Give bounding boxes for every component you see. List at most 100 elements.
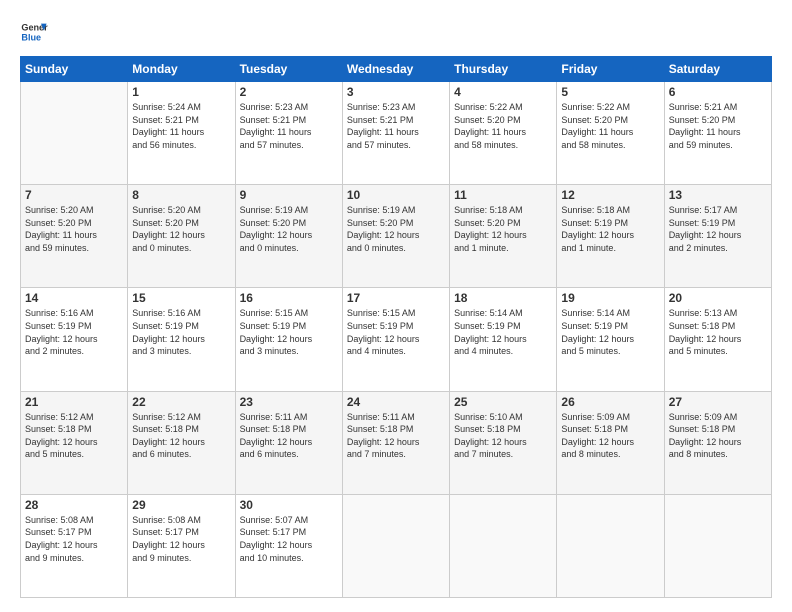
day-info: Sunrise: 5:18 AM Sunset: 5:20 PM Dayligh… (454, 204, 552, 254)
calendar-cell: 11 Sunrise: 5:18 AM Sunset: 5:20 PM Dayli… (450, 185, 557, 288)
calendar-cell: 14 Sunrise: 5:16 AM Sunset: 5:19 PM Dayli… (21, 288, 128, 391)
day-number: 2 (240, 85, 338, 99)
calendar-cell (342, 494, 449, 597)
calendar-cell: 13 Sunrise: 5:17 AM Sunset: 5:19 PM Dayli… (664, 185, 771, 288)
calendar-cell: 10Sunrise: 5:19 AM Sunset: 5:20 PM Dayli… (342, 185, 449, 288)
day-number: 27 (669, 395, 767, 409)
day-info: Sunrise: 5:15 AM Sunset: 5:19 PM Dayligh… (347, 307, 445, 357)
day-number: 7 (25, 188, 123, 202)
day-info: Sunrise: 5:08 AM Sunset: 5:17 PM Dayligh… (25, 514, 123, 564)
day-info: Sunrise: 5:22 AM Sunset: 5:20 PM Dayligh… (561, 101, 659, 151)
day-number: 8 (132, 188, 230, 202)
calendar-cell: 26 Sunrise: 5:09 AM Sunset: 5:18 PM Dayli… (557, 391, 664, 494)
calendar-cell: 15 Sunrise: 5:16 AM Sunset: 5:19 PM Dayli… (128, 288, 235, 391)
day-info: Sunrise: 5:17 AM Sunset: 5:19 PM Dayligh… (669, 204, 767, 254)
day-info: Sunrise: 5:09 AM Sunset: 5:18 PM Dayligh… (561, 411, 659, 461)
day-number: 5 (561, 85, 659, 99)
weekday-header-saturday: Saturday (664, 57, 771, 82)
calendar-cell: 28 Sunrise: 5:08 AM Sunset: 5:17 PM Dayli… (21, 494, 128, 597)
calendar-week-2: 7 Sunrise: 5:20 AM Sunset: 5:20 PM Daylig… (21, 185, 772, 288)
day-number: 12 (561, 188, 659, 202)
calendar-table: SundayMondayTuesdayWednesdayThursdayFrid… (20, 56, 772, 598)
day-number: 11 (454, 188, 552, 202)
header: General Blue (20, 18, 772, 46)
day-info: Sunrise: 5:14 AM Sunset: 5:19 PM Dayligh… (454, 307, 552, 357)
day-number: 29 (132, 498, 230, 512)
calendar-cell: 18 Sunrise: 5:14 AM Sunset: 5:19 PM Dayli… (450, 288, 557, 391)
calendar-cell: 22 Sunrise: 5:12 AM Sunset: 5:18 PM Dayli… (128, 391, 235, 494)
day-info: Sunrise: 5:12 AM Sunset: 5:18 PM Dayligh… (132, 411, 230, 461)
day-info: Sunrise: 5:09 AM Sunset: 5:18 PM Dayligh… (669, 411, 767, 461)
calendar-cell: 9Sunrise: 5:19 AM Sunset: 5:20 PM Daylig… (235, 185, 342, 288)
calendar-cell (557, 494, 664, 597)
day-info: Sunrise: 5:20 AM Sunset: 5:20 PM Dayligh… (25, 204, 123, 254)
weekday-header-friday: Friday (557, 57, 664, 82)
calendar-cell (450, 494, 557, 597)
calendar-cell: 3Sunrise: 5:23 AM Sunset: 5:21 PM Daylig… (342, 82, 449, 185)
day-info: Sunrise: 5:21 AM Sunset: 5:20 PM Dayligh… (669, 101, 767, 151)
day-number: 4 (454, 85, 552, 99)
weekday-header-tuesday: Tuesday (235, 57, 342, 82)
day-info: Sunrise: 5:13 AM Sunset: 5:18 PM Dayligh… (669, 307, 767, 357)
weekday-header-sunday: Sunday (21, 57, 128, 82)
calendar-cell: 12 Sunrise: 5:18 AM Sunset: 5:19 PM Dayli… (557, 185, 664, 288)
day-number: 21 (25, 395, 123, 409)
calendar-cell: 19Sunrise: 5:14 AM Sunset: 5:19 PM Dayli… (557, 288, 664, 391)
day-info: Sunrise: 5:10 AM Sunset: 5:18 PM Dayligh… (454, 411, 552, 461)
page: General Blue SundayMondayTuesdayWednesda… (0, 0, 792, 612)
day-number: 26 (561, 395, 659, 409)
day-info: Sunrise: 5:11 AM Sunset: 5:18 PM Dayligh… (240, 411, 338, 461)
day-number: 14 (25, 291, 123, 305)
calendar-cell: 17 Sunrise: 5:15 AM Sunset: 5:19 PM Dayli… (342, 288, 449, 391)
day-number: 13 (669, 188, 767, 202)
calendar-header-row: SundayMondayTuesdayWednesdayThursdayFrid… (21, 57, 772, 82)
calendar-cell: 21Sunrise: 5:12 AM Sunset: 5:18 PM Dayli… (21, 391, 128, 494)
calendar-cell: 25 Sunrise: 5:10 AM Sunset: 5:18 PM Dayli… (450, 391, 557, 494)
day-info: Sunrise: 5:15 AM Sunset: 5:19 PM Dayligh… (240, 307, 338, 357)
calendar-cell: 7 Sunrise: 5:20 AM Sunset: 5:20 PM Daylig… (21, 185, 128, 288)
svg-text:Blue: Blue (21, 32, 41, 42)
day-info: Sunrise: 5:16 AM Sunset: 5:19 PM Dayligh… (132, 307, 230, 357)
day-number: 15 (132, 291, 230, 305)
day-number: 6 (669, 85, 767, 99)
day-info: Sunrise: 5:23 AM Sunset: 5:21 PM Dayligh… (347, 101, 445, 151)
calendar-cell: 29 Sunrise: 5:08 AM Sunset: 5:17 PM Dayli… (128, 494, 235, 597)
day-number: 22 (132, 395, 230, 409)
day-number: 17 (347, 291, 445, 305)
calendar-week-1: 1 Sunrise: 5:24 AM Sunset: 5:21 PM Daylig… (21, 82, 772, 185)
day-info: Sunrise: 5:07 AM Sunset: 5:17 PM Dayligh… (240, 514, 338, 564)
calendar-cell (21, 82, 128, 185)
day-number: 20 (669, 291, 767, 305)
calendar-cell: 30Sunrise: 5:07 AM Sunset: 5:17 PM Dayli… (235, 494, 342, 597)
weekday-header-monday: Monday (128, 57, 235, 82)
day-number: 25 (454, 395, 552, 409)
calendar-cell: 8Sunrise: 5:20 AM Sunset: 5:20 PM Daylig… (128, 185, 235, 288)
day-info: Sunrise: 5:24 AM Sunset: 5:21 PM Dayligh… (132, 101, 230, 151)
day-info: Sunrise: 5:08 AM Sunset: 5:17 PM Dayligh… (132, 514, 230, 564)
day-number: 1 (132, 85, 230, 99)
calendar-week-3: 14 Sunrise: 5:16 AM Sunset: 5:19 PM Dayli… (21, 288, 772, 391)
calendar-cell (664, 494, 771, 597)
calendar-cell: 24 Sunrise: 5:11 AM Sunset: 5:18 PM Dayli… (342, 391, 449, 494)
day-info: Sunrise: 5:19 AM Sunset: 5:20 PM Dayligh… (347, 204, 445, 254)
day-info: Sunrise: 5:18 AM Sunset: 5:19 PM Dayligh… (561, 204, 659, 254)
day-info: Sunrise: 5:16 AM Sunset: 5:19 PM Dayligh… (25, 307, 123, 357)
calendar-cell: 27 Sunrise: 5:09 AM Sunset: 5:18 PM Dayli… (664, 391, 771, 494)
day-number: 16 (240, 291, 338, 305)
day-number: 18 (454, 291, 552, 305)
calendar-cell: 4 Sunrise: 5:22 AM Sunset: 5:20 PM Daylig… (450, 82, 557, 185)
calendar-week-5: 28 Sunrise: 5:08 AM Sunset: 5:17 PM Dayli… (21, 494, 772, 597)
day-info: Sunrise: 5:11 AM Sunset: 5:18 PM Dayligh… (347, 411, 445, 461)
calendar-cell: 6 Sunrise: 5:21 AM Sunset: 5:20 PM Daylig… (664, 82, 771, 185)
day-info: Sunrise: 5:23 AM Sunset: 5:21 PM Dayligh… (240, 101, 338, 151)
weekday-header-thursday: Thursday (450, 57, 557, 82)
calendar-cell: 23 Sunrise: 5:11 AM Sunset: 5:18 PM Dayli… (235, 391, 342, 494)
calendar-cell: 20 Sunrise: 5:13 AM Sunset: 5:18 PM Dayli… (664, 288, 771, 391)
day-number: 24 (347, 395, 445, 409)
day-number: 28 (25, 498, 123, 512)
day-number: 23 (240, 395, 338, 409)
calendar-week-4: 21 Sunrise: 5:12 AM Sunset: 5:18 PM Dayli… (21, 391, 772, 494)
day-number: 19 (561, 291, 659, 305)
weekday-header-wednesday: Wednesday (342, 57, 449, 82)
day-info: Sunrise: 5:22 AM Sunset: 5:20 PM Dayligh… (454, 101, 552, 151)
